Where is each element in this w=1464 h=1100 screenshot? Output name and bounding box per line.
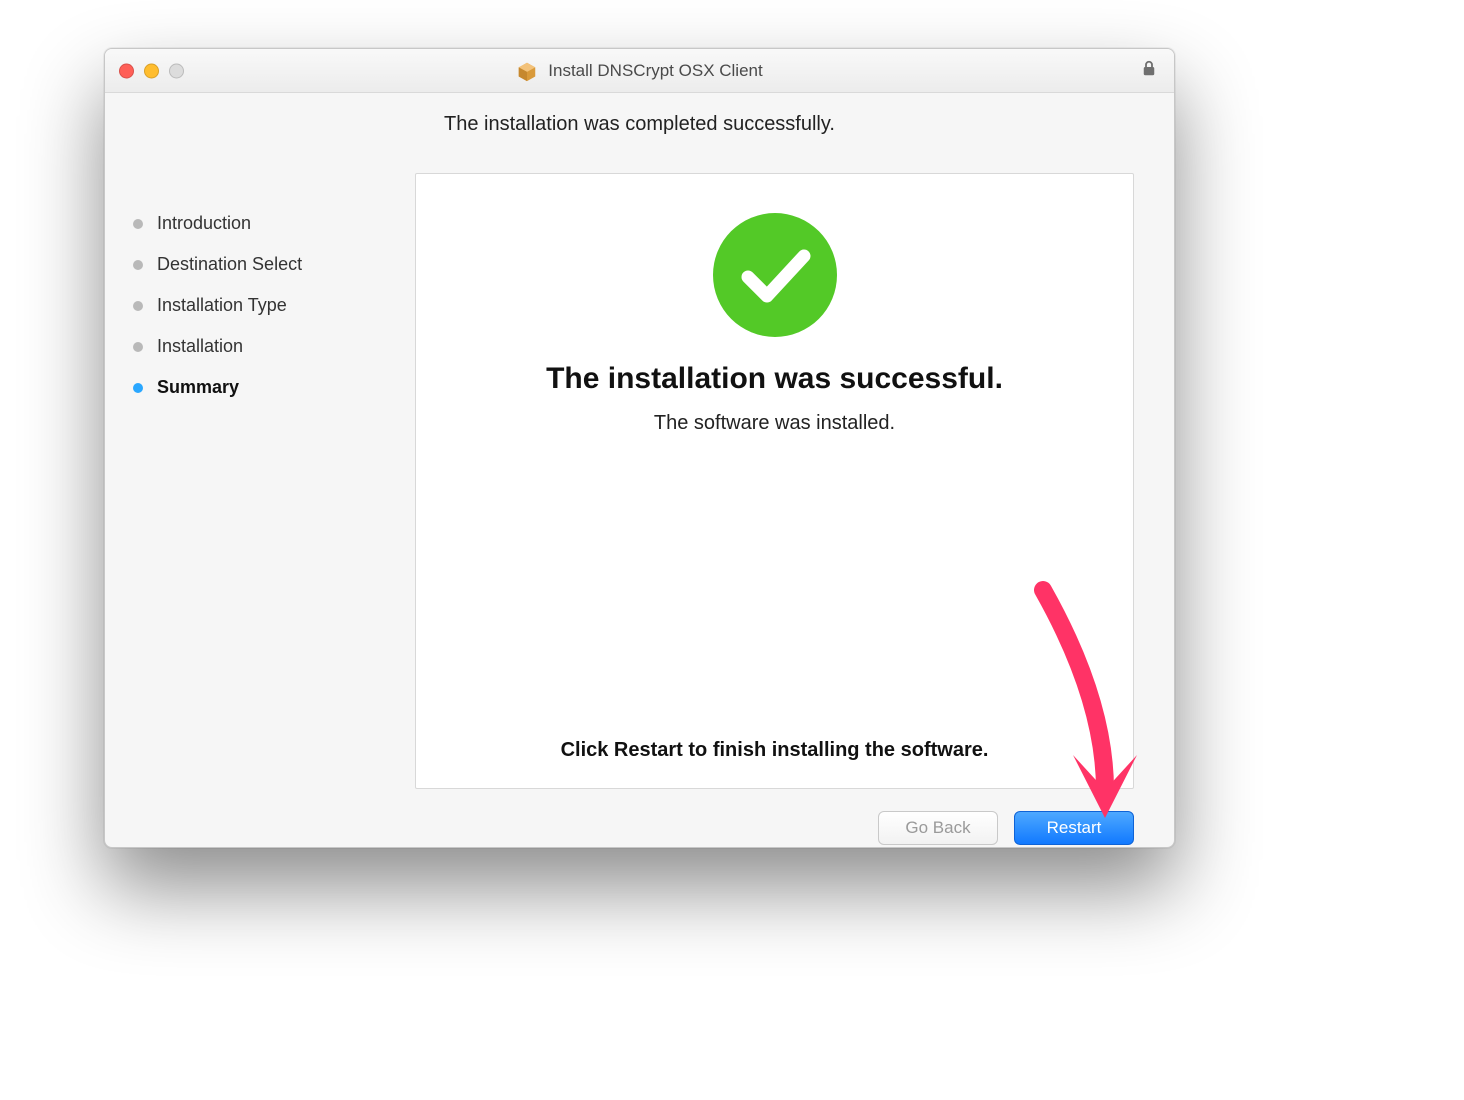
package-icon bbox=[516, 60, 538, 82]
window-title: Install DNSCrypt OSX Client bbox=[548, 61, 762, 81]
page-subtitle: The installation was completed successfu… bbox=[105, 113, 1174, 136]
step-installation: Installation bbox=[133, 326, 393, 367]
step-summary: Summary bbox=[133, 367, 393, 408]
step-introduction: Introduction bbox=[133, 203, 393, 244]
content-panel: The installation was successful. The sof… bbox=[415, 173, 1134, 789]
step-label: Introduction bbox=[157, 213, 251, 234]
steps-sidebar: Introduction Destination Select Installa… bbox=[133, 203, 393, 408]
bullet-icon bbox=[133, 342, 143, 352]
traffic-lights bbox=[119, 63, 184, 78]
installer-window: Install DNSCrypt OSX Client The installa… bbox=[104, 48, 1175, 848]
success-check-icon bbox=[710, 210, 840, 340]
step-installation-type: Installation Type bbox=[133, 285, 393, 326]
zoom-window-button bbox=[169, 63, 184, 78]
lock-icon bbox=[1140, 59, 1158, 82]
step-destination-select: Destination Select bbox=[133, 244, 393, 285]
close-window-button[interactable] bbox=[119, 63, 134, 78]
bullet-icon bbox=[133, 301, 143, 311]
titlebar: Install DNSCrypt OSX Client bbox=[105, 49, 1174, 93]
window-title-group: Install DNSCrypt OSX Client bbox=[516, 60, 762, 82]
go-back-button: Go Back bbox=[878, 811, 998, 845]
step-label: Installation bbox=[157, 336, 243, 357]
step-label: Installation Type bbox=[157, 295, 287, 316]
minimize-window-button[interactable] bbox=[144, 63, 159, 78]
bullet-icon bbox=[133, 260, 143, 270]
restart-instruction: Click Restart to finish installing the s… bbox=[561, 739, 989, 762]
restart-button[interactable]: Restart bbox=[1014, 811, 1134, 845]
button-row: Go Back Restart bbox=[878, 811, 1134, 845]
bullet-icon bbox=[133, 219, 143, 229]
step-label: Summary bbox=[157, 377, 239, 398]
step-label: Destination Select bbox=[157, 254, 302, 275]
success-subtext: The software was installed. bbox=[654, 412, 895, 435]
success-headline: The installation was successful. bbox=[546, 362, 1003, 396]
bullet-icon bbox=[133, 383, 143, 393]
